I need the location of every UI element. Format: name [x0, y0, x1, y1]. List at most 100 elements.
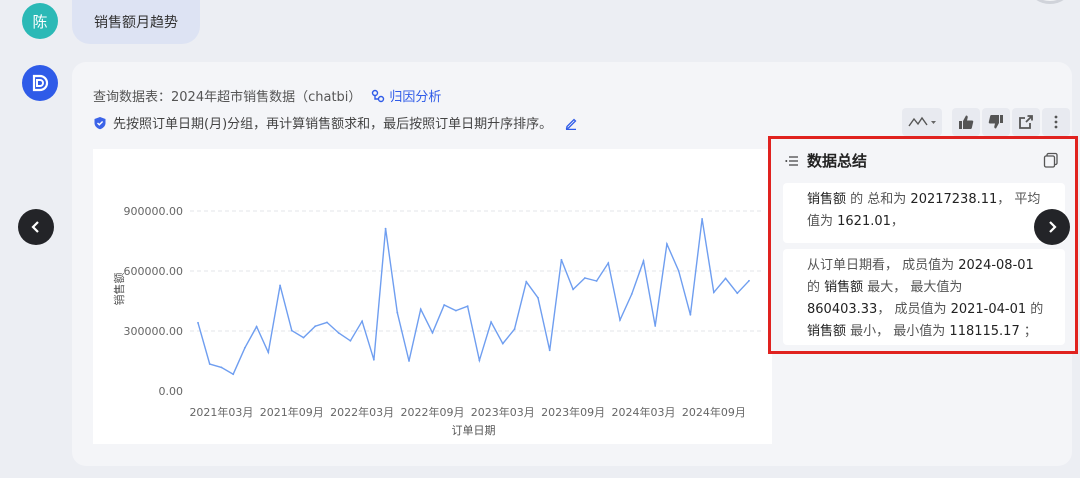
chevron-right-icon — [1049, 221, 1057, 233]
query-table-name: 2024年超市销售数据（chatbi） — [171, 90, 362, 105]
user-avatar: 陈 — [22, 3, 58, 39]
data-point — [607, 262, 610, 264]
y-axis-title: 销售额 — [112, 273, 126, 306]
data-point — [560, 258, 563, 261]
data-point — [326, 321, 328, 324]
chart-type-button[interactable] — [902, 108, 942, 136]
data-point — [490, 321, 492, 323]
data-point — [712, 291, 715, 294]
more-icon — [1054, 115, 1058, 129]
data-point — [501, 342, 504, 345]
data-point — [408, 360, 410, 362]
data-point — [666, 243, 668, 245]
prev-button[interactable] — [18, 209, 54, 245]
chevron-left-icon — [31, 221, 39, 233]
data-point — [208, 363, 211, 365]
query-line: 查询数据表：2024年超市销售数据（chatbi） 归因分析 — [93, 86, 441, 105]
data-point — [302, 336, 305, 339]
x-tick-label: 2022年09月 — [400, 405, 464, 419]
data-point — [279, 284, 281, 287]
summary-title: 数据总结 — [807, 152, 868, 170]
data-point — [701, 218, 704, 220]
attribution-analysis-link[interactable]: 归因分析 — [371, 86, 441, 105]
corner-button[interactable] — [1030, 0, 1070, 4]
data-point — [361, 320, 364, 323]
y-tick-label: 0.00 — [159, 385, 184, 398]
y-tick-label: 900000.00 — [124, 205, 184, 218]
data-point — [736, 292, 739, 295]
data-point — [290, 329, 293, 332]
shield-icon — [94, 116, 106, 129]
copy-icon — [1043, 152, 1058, 168]
data-point — [220, 366, 223, 369]
data-point — [443, 304, 446, 306]
data-point — [572, 288, 575, 291]
user-message-text: 销售额月趋势 — [94, 15, 178, 31]
chart-svg: 900000.00 600000.00 300000.00 0.00 2021年03月 2… — [112, 205, 761, 437]
sales-series-line — [197, 218, 750, 376]
data-point — [630, 293, 633, 295]
x-tick-label: 2021年09月 — [260, 405, 324, 419]
data-point — [748, 279, 750, 282]
next-button[interactable] — [1034, 209, 1070, 245]
data-point — [677, 270, 680, 272]
y-tick-label: 600000.00 — [124, 265, 184, 278]
share-icon — [1019, 115, 1033, 129]
data-point — [548, 349, 551, 352]
attribution-icon — [372, 89, 385, 102]
data-point — [431, 331, 434, 334]
x-tick-label: 2021年03月 — [189, 405, 253, 419]
share-button[interactable] — [1012, 108, 1040, 136]
data-point — [654, 325, 657, 327]
query-description: 先按照订单日期(月)分组，再计算销售额求和，最后按照订单日期升序排序。 — [93, 113, 578, 132]
data-point — [255, 325, 258, 328]
summary-extremes: 从订单日期看， 成员值为 2024-08-01 的 销售额 最大， 最大值为 8… — [783, 249, 1065, 345]
data-point — [372, 358, 375, 361]
sales-line-chart: 900000.00 600000.00 300000.00 0.00 2021年03月 2… — [93, 149, 772, 444]
data-point — [314, 325, 317, 328]
summary-header: 数据总结 — [785, 150, 867, 171]
x-tick-label: 2024年09月 — [682, 405, 746, 419]
data-point — [384, 227, 387, 230]
data-point — [232, 373, 235, 376]
list-icon — [785, 155, 798, 166]
like-button[interactable] — [952, 108, 980, 136]
data-point — [243, 346, 246, 349]
x-axis-title: 订单日期 — [452, 424, 496, 437]
data-point — [595, 280, 598, 282]
data-summary-panel: 数据总结 销售额 的 总和为 20217238.11， 平均值为 1621.01… — [768, 136, 1078, 354]
data-point — [419, 308, 422, 311]
data-point — [642, 260, 645, 262]
data-point — [349, 339, 352, 342]
x-tick-label: 2022年03月 — [330, 405, 394, 419]
y-tick-label: 300000.00 — [124, 325, 184, 338]
more-button[interactable] — [1042, 108, 1070, 136]
data-point — [525, 280, 528, 283]
avatar-text: 陈 — [32, 12, 48, 31]
data-point — [478, 359, 481, 362]
answer-toolbar — [902, 108, 1070, 136]
data-point — [337, 332, 340, 334]
attribution-link-label: 归因分析 — [389, 90, 442, 105]
query-prefix: 查询数据表： — [93, 90, 172, 105]
data-point — [619, 319, 621, 321]
data-point — [513, 328, 516, 331]
data-point — [689, 313, 692, 316]
edit-icon[interactable] — [564, 116, 578, 130]
copy-button[interactable] — [1043, 152, 1059, 172]
description-text: 先按照订单日期(月)分组，再计算销售额求和，最后按照订单日期升序排序。 — [113, 117, 553, 132]
x-tick-label: 2023年03月 — [471, 405, 535, 419]
x-tick-label: 2024年03月 — [611, 405, 675, 419]
data-point — [583, 277, 586, 279]
dislike-button[interactable] — [982, 108, 1010, 136]
line-chart-icon — [908, 116, 936, 127]
x-tick-label: 2023年09月 — [541, 405, 605, 419]
thumbs-up-icon — [959, 115, 974, 129]
data-point — [724, 277, 727, 280]
data-point — [537, 296, 539, 299]
data-point — [396, 311, 399, 314]
data-point — [197, 321, 199, 324]
data-point — [455, 309, 457, 312]
thumbs-down-icon — [988, 115, 1003, 129]
summary-total: 销售额 的 总和为 20217238.11， 平均值为 1621.01， — [783, 183, 1065, 243]
